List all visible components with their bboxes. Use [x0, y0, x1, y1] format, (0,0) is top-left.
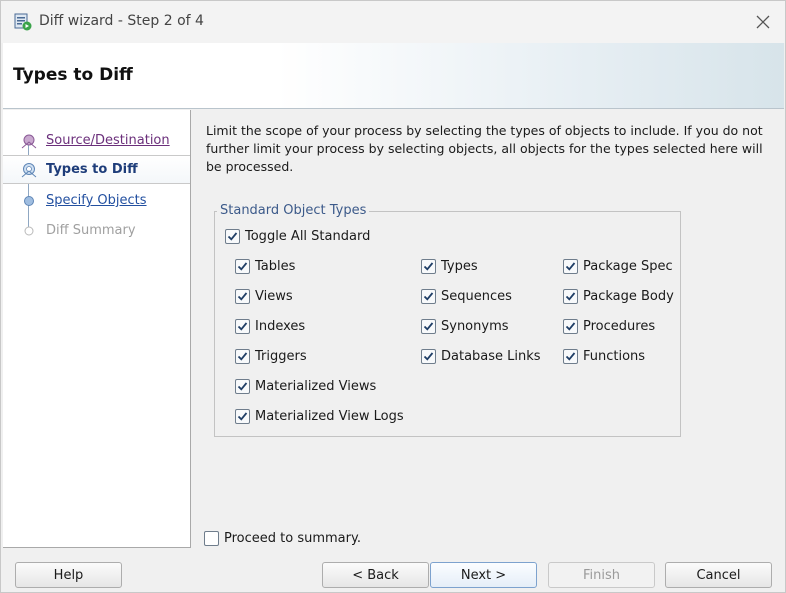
checkbox-checked-icon	[421, 258, 436, 274]
title-bar: Diff wizard - Step 2 of 4	[1, 1, 785, 43]
checkbox-label: Functions	[583, 348, 646, 364]
nav-step-label: Source/Destination	[46, 133, 170, 148]
header-banner: Types to Diff	[3, 43, 784, 109]
nav-step-specify-objects[interactable]: Specify Objects	[3, 186, 190, 215]
views-checkbox[interactable]: Views	[235, 287, 293, 305]
procedures-checkbox[interactable]: Procedures	[563, 317, 655, 335]
triggers-checkbox[interactable]: Triggers	[235, 347, 307, 365]
checkbox-label: Synonyms	[441, 318, 509, 334]
checkbox-label: Materialized View Logs	[255, 408, 404, 424]
checkbox-checked-icon	[421, 348, 436, 364]
checkbox-label: Triggers	[255, 348, 307, 364]
nav-step-types-to-diff[interactable]: Types to Diff	[3, 155, 190, 184]
checkbox-checked-icon	[235, 318, 250, 334]
checkbox-checked-icon	[421, 318, 436, 334]
close-icon	[756, 15, 770, 29]
step-description: Limit the scope of your process by selec…	[206, 123, 763, 174]
checkbox-label: Indexes	[255, 318, 306, 334]
close-button[interactable]	[741, 7, 785, 37]
sequences-checkbox[interactable]: Sequences	[421, 287, 512, 305]
diff-wizard-window: Diff wizard - Step 2 of 4 Types to Diff …	[0, 0, 786, 593]
nav-step-diff-summary: Diff Summary	[3, 216, 190, 245]
nav-step-label: Types to Diff	[46, 162, 138, 177]
help-button[interactable]: Help	[15, 562, 122, 588]
checkbox-checked-icon	[225, 228, 240, 244]
step-visited-icon	[21, 134, 37, 149]
checkbox-label: Views	[255, 288, 293, 304]
checkbox-label: Toggle All Standard	[245, 228, 371, 244]
checkbox-checked-icon	[563, 258, 578, 274]
indexes-checkbox[interactable]: Indexes	[235, 317, 305, 335]
checkbox-checked-icon	[235, 258, 250, 274]
checkbox-checked-icon	[235, 408, 250, 424]
step-disabled-icon	[24, 226, 34, 236]
functions-checkbox[interactable]: Functions	[563, 347, 645, 365]
toggle-all-standard-checkbox[interactable]: Toggle All Standard	[225, 227, 370, 245]
types-checkbox[interactable]: Types	[421, 257, 478, 275]
checkbox-checked-icon	[563, 288, 578, 304]
checkbox-label: Procedures	[583, 318, 656, 334]
app-icon	[14, 13, 32, 31]
checkbox-label: Proceed to summary.	[224, 530, 361, 546]
window-title: Diff wizard - Step 2 of 4	[39, 13, 204, 29]
step-current-icon	[21, 163, 37, 178]
checkbox-checked-icon	[421, 288, 436, 304]
checkbox-label: Types	[441, 258, 478, 274]
package-spec-checkbox[interactable]: Package Spec	[563, 257, 673, 275]
wizard-step-nav: Source/Destination Types to Diff Specify…	[3, 110, 191, 548]
checkbox-label: Database Links	[441, 348, 541, 364]
finish-button[interactable]: Finish	[548, 562, 655, 588]
back-button[interactable]: < Back	[322, 562, 429, 588]
checkbox-label: Package Spec	[583, 258, 673, 274]
nav-step-label: Specify Objects	[46, 193, 147, 208]
checkbox-label: Tables	[255, 258, 296, 274]
checkbox-checked-icon	[563, 348, 578, 364]
next-button[interactable]: Next >	[430, 562, 537, 588]
checkbox-unchecked-icon	[204, 530, 219, 546]
package-body-checkbox[interactable]: Package Body	[563, 287, 674, 305]
synonyms-checkbox[interactable]: Synonyms	[421, 317, 509, 335]
cancel-button[interactable]: Cancel	[665, 562, 772, 588]
checkbox-checked-icon	[563, 318, 578, 334]
page-title: Types to Diff	[13, 65, 133, 85]
materialized-view-logs-checkbox[interactable]: Materialized View Logs	[235, 407, 404, 425]
step-pending-icon	[24, 196, 34, 206]
nav-step-source-destination[interactable]: Source/Destination	[3, 126, 190, 155]
checkbox-checked-icon	[235, 378, 250, 394]
checkbox-checked-icon	[235, 288, 250, 304]
group-title: Standard Object Types	[217, 203, 370, 218]
nav-step-label: Diff Summary	[46, 223, 136, 238]
materialized-views-checkbox[interactable]: Materialized Views	[235, 377, 376, 395]
checkbox-label: Materialized Views	[255, 378, 377, 394]
checkbox-label: Sequences	[441, 288, 512, 304]
proceed-to-summary-checkbox[interactable]: Proceed to summary.	[204, 529, 361, 547]
database-links-checkbox[interactable]: Database Links	[421, 347, 541, 365]
checkbox-label: Package Body	[583, 288, 674, 304]
checkbox-checked-icon	[235, 348, 250, 364]
tables-checkbox[interactable]: Tables	[235, 257, 295, 275]
